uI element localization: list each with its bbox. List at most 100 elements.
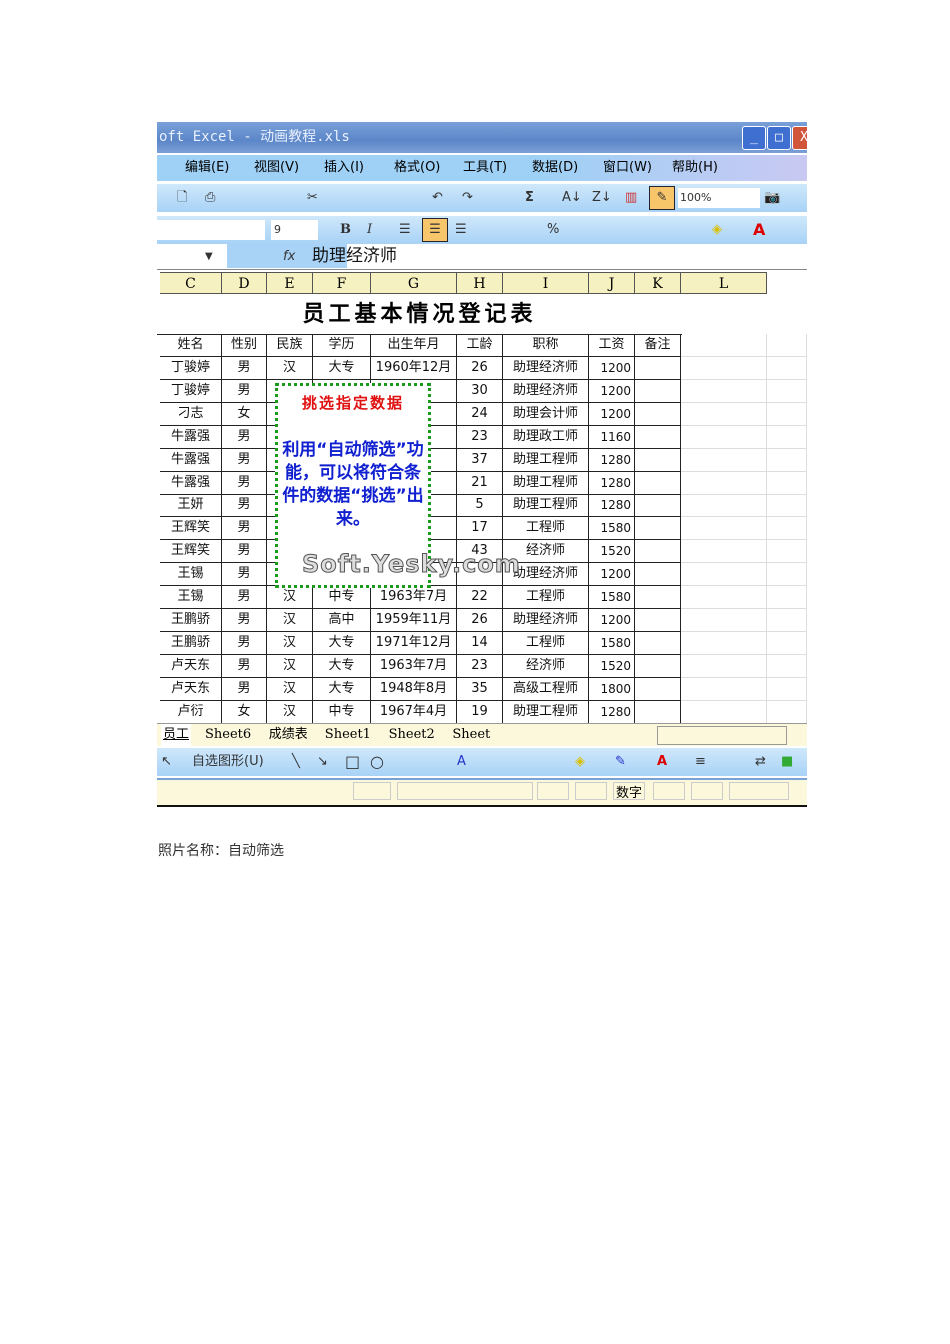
- table-cell[interactable]: 男: [222, 357, 267, 380]
- table-cell[interactable]: 王锡: [160, 586, 222, 609]
- table-cell[interactable]: 23: [457, 425, 503, 449]
- print-icon[interactable]: ⎙: [205, 184, 215, 212]
- table-cell[interactable]: 1200: [589, 608, 635, 632]
- column-header[interactable]: F: [313, 272, 371, 294]
- empty-cell[interactable]: [681, 425, 767, 449]
- menu-item[interactable]: 帮助(H): [672, 155, 718, 181]
- table-cell[interactable]: 卢衍: [160, 700, 222, 724]
- table-cell[interactable]: 1200: [589, 563, 635, 587]
- font-name-select[interactable]: [157, 220, 265, 240]
- empty-cell[interactable]: [681, 517, 767, 541]
- zoom-select[interactable]: 100%: [678, 188, 760, 208]
- empty-cell[interactable]: [767, 608, 807, 632]
- table-cell[interactable]: 男: [222, 540, 267, 564]
- arrow-icon[interactable]: ↘: [317, 748, 328, 776]
- column-header[interactable]: G: [371, 272, 457, 294]
- table-cell[interactable]: 王鹏骄: [160, 631, 222, 655]
- table-cell[interactable]: [635, 402, 681, 426]
- empty-cell[interactable]: [681, 586, 767, 609]
- line-color-icon[interactable]: ✎: [615, 748, 626, 776]
- empty-cell[interactable]: [681, 334, 767, 357]
- menu-item[interactable]: 编辑(E): [185, 155, 229, 181]
- header-cell[interactable]: 学历: [313, 334, 371, 357]
- table-cell[interactable]: 30: [457, 379, 503, 403]
- undo-icon[interactable]: ↶: [432, 184, 443, 212]
- empty-cell[interactable]: [767, 586, 807, 609]
- horizontal-scrollbar[interactable]: [657, 726, 787, 745]
- font-color-icon[interactable]: A: [657, 748, 667, 776]
- table-cell[interactable]: 男: [222, 563, 267, 587]
- table-cell[interactable]: 高级工程师: [503, 677, 589, 701]
- table-cell[interactable]: 王妍: [160, 494, 222, 518]
- table-cell[interactable]: 1160: [589, 425, 635, 449]
- table-cell[interactable]: 24: [457, 402, 503, 426]
- cut-icon[interactable]: ✂: [307, 184, 318, 212]
- table-cell[interactable]: 1963年7月: [371, 586, 457, 609]
- table-cell[interactable]: 大专: [313, 357, 371, 380]
- table-cell[interactable]: 牛露强: [160, 425, 222, 449]
- fx-icon[interactable]: fx: [283, 244, 295, 269]
- table-cell[interactable]: 高中: [313, 608, 371, 632]
- line-style-icon[interactable]: ≡: [695, 748, 706, 776]
- rectangle-icon[interactable]: □: [345, 748, 360, 776]
- table-cell[interactable]: 汉: [267, 700, 313, 724]
- fill-color-icon[interactable]: ◈: [575, 748, 585, 776]
- table-cell[interactable]: 丁骏婷: [160, 379, 222, 403]
- header-cell[interactable]: 工资: [589, 334, 635, 357]
- table-cell[interactable]: 丁骏婷: [160, 357, 222, 380]
- table-cell[interactable]: 汉: [267, 357, 313, 380]
- empty-cell[interactable]: [681, 654, 767, 678]
- fill-color-icon[interactable]: ◈: [712, 216, 722, 244]
- table-cell[interactable]: 23: [457, 654, 503, 678]
- table-cell[interactable]: 刁志: [160, 402, 222, 426]
- sheet-tab[interactable]: 员工: [161, 724, 192, 746]
- empty-cell[interactable]: [681, 471, 767, 495]
- menu-item[interactable]: 数据(D): [532, 155, 578, 181]
- header-cell[interactable]: 姓名: [160, 334, 222, 357]
- sheet-tab[interactable]: Sheet6: [203, 724, 253, 746]
- table-cell[interactable]: 35: [457, 677, 503, 701]
- table-cell[interactable]: 1959年11月: [371, 608, 457, 632]
- table-cell[interactable]: 1960年12月: [371, 357, 457, 380]
- oval-icon[interactable]: ○: [370, 748, 384, 776]
- table-cell[interactable]: 卢天东: [160, 654, 222, 678]
- menu-item[interactable]: 插入(I): [324, 155, 364, 181]
- column-header[interactable]: K: [635, 272, 681, 294]
- column-header[interactable]: E: [267, 272, 313, 294]
- table-cell[interactable]: 男: [222, 631, 267, 655]
- table-cell[interactable]: 大专: [313, 654, 371, 678]
- column-header[interactable]: J: [589, 272, 635, 294]
- empty-cell[interactable]: [681, 357, 767, 380]
- menu-item[interactable]: 工具(T): [463, 155, 507, 181]
- table-cell[interactable]: 汉: [267, 608, 313, 632]
- empty-cell[interactable]: [681, 700, 767, 724]
- table-cell[interactable]: 男: [222, 448, 267, 472]
- table-cell[interactable]: 1280: [589, 494, 635, 518]
- sort-asc-icon[interactable]: A↓: [562, 184, 582, 212]
- table-cell[interactable]: 21: [457, 471, 503, 495]
- redo-icon[interactable]: ↷: [462, 184, 473, 212]
- table-cell[interactable]: 助理经济师: [503, 379, 589, 403]
- table-cell[interactable]: 助理经济师: [503, 357, 589, 380]
- table-cell[interactable]: [635, 425, 681, 449]
- table-cell[interactable]: 1280: [589, 448, 635, 472]
- header-cell[interactable]: 出生年月: [371, 334, 457, 357]
- header-cell[interactable]: 性别: [222, 334, 267, 357]
- font-color-icon[interactable]: A: [753, 216, 765, 244]
- sort-desc-icon[interactable]: Z↓: [592, 184, 612, 212]
- table-cell[interactable]: 1200: [589, 379, 635, 403]
- autoshapes-menu[interactable]: 自选图形(U): [192, 748, 264, 776]
- table-cell[interactable]: 14: [457, 631, 503, 655]
- column-header[interactable]: C: [160, 272, 222, 294]
- table-cell[interactable]: [635, 586, 681, 609]
- align-left-icon[interactable]: ☰: [399, 216, 411, 244]
- table-cell[interactable]: 1280: [589, 700, 635, 724]
- wordart-icon[interactable]: A: [457, 748, 466, 776]
- maximize-button[interactable]: □: [767, 126, 791, 150]
- sheet-tab[interactable]: Sheet: [450, 724, 492, 746]
- drawing-icon[interactable]: ✎: [649, 186, 675, 210]
- empty-cell[interactable]: [681, 631, 767, 655]
- menu-item[interactable]: 窗口(W): [603, 155, 652, 181]
- table-cell[interactable]: 王辉笑: [160, 517, 222, 541]
- empty-cell[interactable]: [681, 540, 767, 564]
